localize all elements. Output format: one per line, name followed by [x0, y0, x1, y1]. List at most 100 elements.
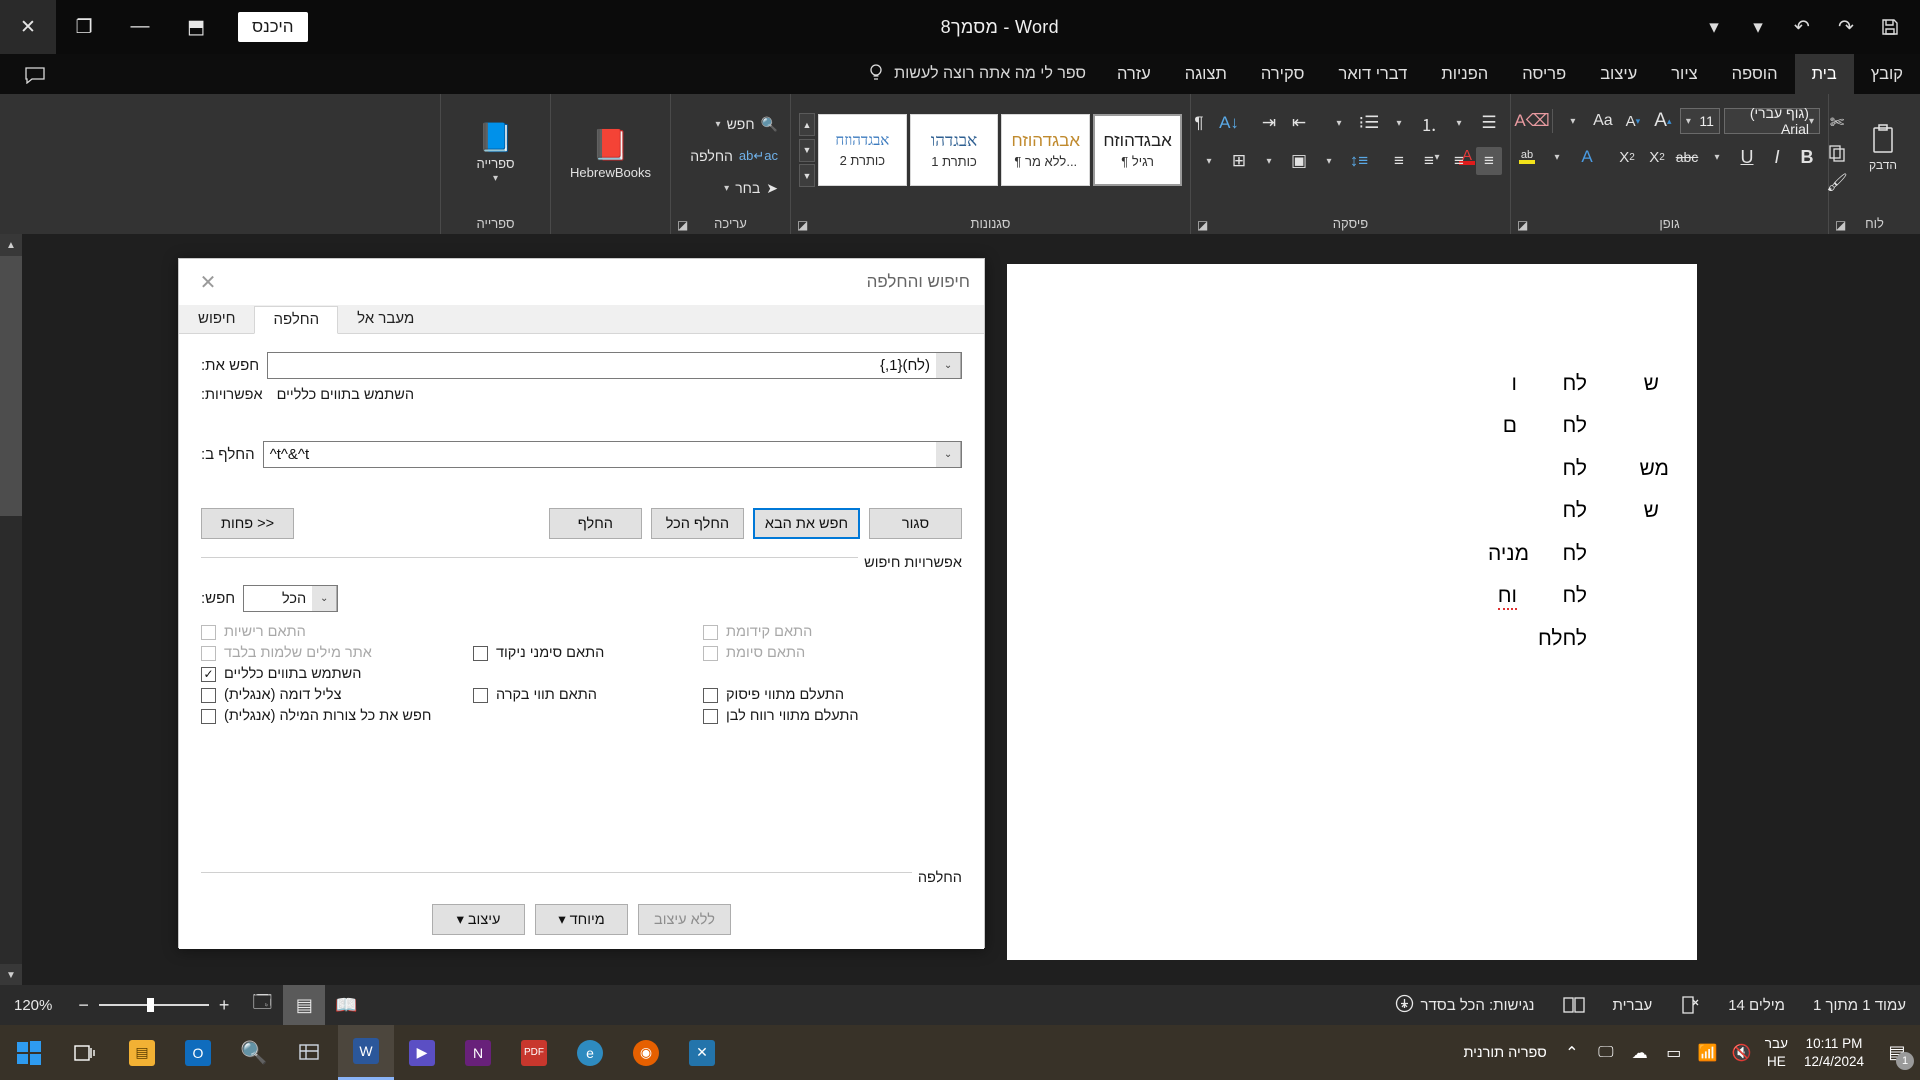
- no-formatting-button[interactable]: ללא עיצוב: [638, 904, 731, 935]
- outlook-icon[interactable]: O: [170, 1025, 226, 1080]
- search-icon[interactable]: 🔍: [226, 1025, 282, 1080]
- view-print-layout-icon[interactable]: ▤: [283, 985, 326, 1025]
- checkbox-box[interactable]: [201, 645, 216, 661]
- language-indicator-tray[interactable]: עבר HE: [1759, 1035, 1794, 1071]
- vscode-icon[interactable]: ✕: [674, 1025, 730, 1080]
- replace-with-combo[interactable]: ^t^&^t ⌄: [262, 441, 962, 468]
- pdf-icon[interactable]: PDF: [506, 1025, 562, 1080]
- checkbox-box[interactable]: [473, 687, 488, 703]
- checkbox-box[interactable]: [703, 708, 718, 724]
- accessibility-status[interactable]: נגישות: הכל בסדר: [1381, 985, 1549, 1025]
- word-count[interactable]: 14 מילים: [1714, 985, 1799, 1025]
- firefox-icon[interactable]: ◉: [618, 1025, 674, 1080]
- checkbox-box[interactable]: [201, 624, 216, 640]
- find-chevron-icon[interactable]: ▾: [716, 119, 721, 130]
- replace-button[interactable]: החלף: [548, 508, 642, 539]
- paste-button[interactable]: הדבק: [1854, 105, 1912, 191]
- checkbox-all-word-forms[interactable]: חפש את כל צורות המילה (אנגלית): [201, 708, 703, 724]
- align-center-icon[interactable]: ≡: [1416, 147, 1442, 175]
- strikethrough-icon[interactable]: abc: [1674, 143, 1700, 171]
- tab-tetzuga[interactable]: תצוגה: [1168, 54, 1244, 94]
- font-dialog-launcher[interactable]: ◪: [1517, 218, 1528, 232]
- find-what-input[interactable]: (לח){1,}: [268, 353, 936, 378]
- checkbox-box[interactable]: ✓: [201, 666, 216, 682]
- checkbox-match-case[interactable]: התאם רישיות: [201, 624, 473, 640]
- volume-icon[interactable]: 🔇: [1725, 1025, 1759, 1080]
- close-button[interactable]: ✕: [0, 0, 56, 54]
- scroll-down-arrow-icon[interactable]: ▼: [0, 964, 22, 986]
- media-player-icon[interactable]: ▶: [394, 1025, 450, 1080]
- less-button[interactable]: << פחות: [201, 508, 294, 539]
- select-chevron-icon[interactable]: ▾: [724, 183, 729, 194]
- sign-in-button[interactable]: היכנס: [238, 12, 308, 42]
- increase-indent-icon[interactable]: ⇥: [1256, 109, 1282, 137]
- highlight-icon[interactable]: ab: [1514, 143, 1540, 171]
- italic-icon[interactable]: I: [1764, 143, 1790, 171]
- replace-with-input[interactable]: ^t^&^t: [264, 442, 936, 467]
- zoom-out-button[interactable]: −: [78, 995, 89, 1016]
- zoom-track[interactable]: [98, 998, 209, 1012]
- screen-snip-icon[interactable]: [282, 1025, 338, 1080]
- view-read-mode-icon[interactable]: 📖: [325, 985, 367, 1025]
- search-scope-combo[interactable]: הכל ⌄: [243, 585, 339, 612]
- vertical-scrollbar[interactable]: ▲ ▼: [0, 234, 22, 986]
- zoom-level[interactable]: 120%: [0, 985, 66, 1025]
- checkbox-use-wildcards[interactable]: ✓ השתמש בתווים כלליים: [201, 666, 473, 682]
- multilevel-chevron-icon[interactable]: ▾: [1326, 109, 1352, 137]
- checkbox-ignore-punctuation[interactable]: התעלם מתווי פיסוק: [703, 687, 844, 703]
- underline-chevron-icon[interactable]: ▾: [1704, 143, 1730, 171]
- find-button[interactable]: 🔍 חפש ▾: [679, 109, 782, 139]
- style-item-regular[interactable]: אבגדהוזח ¶ רגיל: [1093, 114, 1182, 186]
- align-left-icon[interactable]: ≡: [1446, 147, 1472, 175]
- language-indicator[interactable]: עברית: [1599, 985, 1667, 1025]
- paragraph-dialog-launcher[interactable]: ◪: [1197, 218, 1208, 232]
- library-button[interactable]: 📘 ספרייה ▾: [467, 109, 525, 195]
- screen-icon[interactable]: ▭: [1657, 1025, 1691, 1080]
- tab-replace[interactable]: החלפה: [254, 306, 339, 334]
- find-next-button[interactable]: חפש את הבא: [752, 508, 860, 539]
- style-item-heading-2[interactable]: אבגדהוזח כותרת 2: [818, 114, 907, 186]
- tab-divrei-doar[interactable]: דברי דואר: [1322, 54, 1425, 94]
- multilevel-list-icon[interactable]: ⁝☰: [1356, 109, 1382, 137]
- word-icon[interactable]: W: [338, 1025, 394, 1080]
- proofing-icon[interactable]: [1666, 985, 1714, 1025]
- chevron-down-icon[interactable]: ⌄: [936, 353, 961, 378]
- tab-kovetz[interactable]: קובץ: [1854, 54, 1920, 94]
- replace-all-button[interactable]: החלף הכל: [650, 508, 744, 539]
- borders-icon[interactable]: ⊞: [1226, 147, 1252, 175]
- tab-bayit[interactable]: בית: [1794, 54, 1854, 94]
- ribbon-display-options-button[interactable]: ⬒: [168, 0, 224, 54]
- scroll-up-arrow-icon[interactable]: ▲: [0, 234, 22, 256]
- editing-dialog-launcher[interactable]: ◪: [677, 218, 688, 232]
- justify-icon[interactable]: ≡: [1476, 147, 1502, 175]
- grow-font-icon[interactable]: A ▴: [1650, 107, 1676, 135]
- text-effects-chevron-icon[interactable]: ▾: [1544, 143, 1570, 171]
- checkbox-match-suffix[interactable]: התאם סיומת: [703, 645, 805, 661]
- bullets-chevron-icon[interactable]: ▾: [1446, 109, 1472, 137]
- checkbox-box[interactable]: [703, 645, 718, 661]
- view-web-layout-icon[interactable]: 🗔: [241, 985, 283, 1025]
- format-button[interactable]: עיצוב ▾: [432, 904, 525, 935]
- comment-icon[interactable]: [18, 60, 52, 90]
- checkbox-box[interactable]: [703, 687, 718, 703]
- zoom-in-button[interactable]: +: [219, 995, 230, 1016]
- shading-chevron-icon[interactable]: ▾: [1256, 147, 1282, 175]
- font-size-combo[interactable]: ▾ 11: [1679, 108, 1720, 134]
- close-button[interactable]: סגור: [869, 508, 962, 539]
- superscript-icon[interactable]: X2: [1614, 143, 1640, 171]
- tell-me-search[interactable]: ספר לי מה אתה רוצה לעשות: [853, 54, 1100, 94]
- checkbox-match-control-chars[interactable]: התאם תווי בקרה: [473, 687, 703, 703]
- numbering-chevron-icon[interactable]: ▾: [1386, 109, 1412, 137]
- vs-icon[interactable]: N: [450, 1025, 506, 1080]
- tab-ezra[interactable]: עזרה: [1100, 54, 1168, 94]
- zoom-slider[interactable]: − +: [66, 995, 241, 1016]
- checkbox-box[interactable]: [201, 687, 216, 703]
- style-item-no-spacing[interactable]: אבגדהוזח ¶ ללא מר...: [1001, 114, 1091, 186]
- underline-icon[interactable]: U: [1734, 143, 1760, 171]
- task-view-icon[interactable]: [58, 1025, 114, 1080]
- tab-hafnayot[interactable]: הפניות: [1424, 54, 1505, 94]
- scrollbar-thumb[interactable]: [0, 256, 22, 516]
- zoom-knob[interactable]: [146, 998, 154, 1012]
- windows-start-icon[interactable]: [0, 1025, 58, 1080]
- replace-button[interactable]: ab↵ac החלפה: [679, 141, 782, 171]
